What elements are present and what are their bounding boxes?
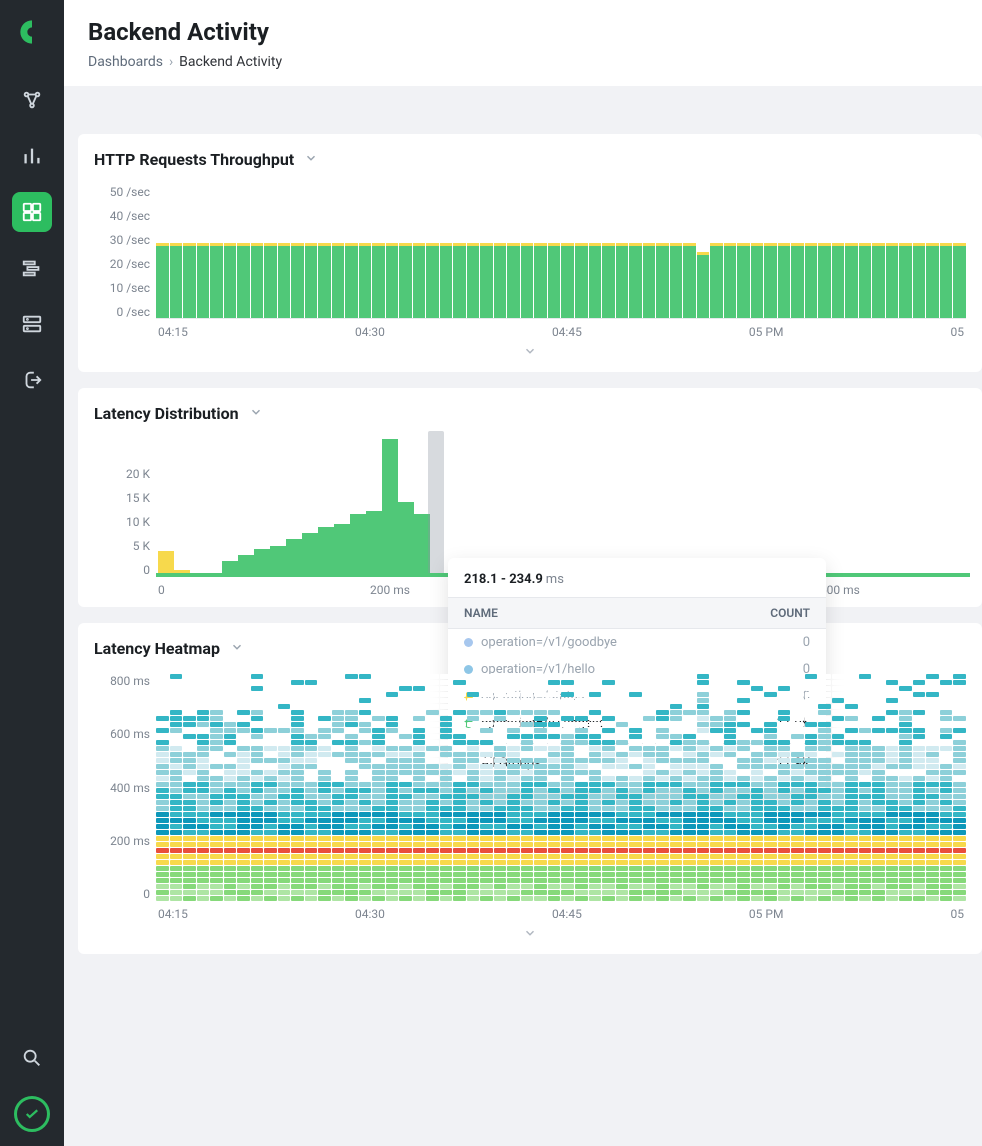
panel-collapse-chevron[interactable]: [94, 925, 966, 944]
main-region: Backend Activity Dashboards › Backend Ac…: [64, 0, 982, 1146]
y-axis: 20 K 15 K 10 K 5 K 0: [94, 439, 156, 577]
heatmap-plot-area[interactable]: [156, 674, 966, 901]
series-color-dot: [464, 665, 473, 674]
breadcrumb: Dashboards › Backend Activity: [88, 54, 958, 70]
chevron-down-icon[interactable]: [230, 639, 244, 658]
nav-item-topology[interactable]: [12, 80, 52, 120]
tooltip-unit: ms: [546, 572, 564, 587]
content-scroll[interactable]: HTTP Requests Throughput 50 /sec 40 /sec…: [64, 86, 982, 1146]
tooltip-range: 218.1 - 234.9: [464, 572, 543, 587]
page-header: Backend Activity Dashboards › Backend Ac…: [64, 0, 982, 86]
x-axis: 04:15 04:30 04:45 05 PM 05: [156, 325, 966, 339]
breadcrumb-root[interactable]: Dashboards: [88, 54, 163, 70]
nav-item-traces[interactable]: [12, 248, 52, 288]
latdist-plot-area[interactable]: [156, 439, 966, 577]
chevron-down-icon[interactable]: [304, 150, 318, 169]
sidebar-nav: [0, 0, 64, 1146]
tooltip-col-count: COUNT: [770, 606, 810, 620]
heatmap-chart[interactable]: 800 ms 600 ms 400 ms 200 ms 0 04:15 04:3…: [94, 674, 966, 921]
hover-highlight: [428, 431, 444, 577]
tooltip-series-count: 0: [803, 635, 810, 650]
panel-title-heatmap: Latency Heatmap: [94, 639, 220, 658]
panel-latency-distribution: Latency Distribution 20 K 15 K 10 K 5 K …: [78, 388, 982, 607]
page-title: Backend Activity: [88, 18, 958, 46]
x-axis: 04:15 04:30 04:45 05 PM 05: [156, 907, 966, 921]
y-axis: 800 ms 600 ms 400 ms 200 ms 0: [94, 674, 156, 901]
nav-item-dashboards[interactable]: [12, 192, 52, 232]
tooltip-col-name: NAME: [464, 606, 498, 620]
series-color-dot: [464, 638, 473, 647]
chevron-down-icon[interactable]: [249, 404, 263, 423]
tooltip-series-label: operation=/v1/goodbye: [481, 635, 617, 650]
tooltip-row: operation=/v1/goodbye 0: [448, 629, 826, 656]
app-logo: [18, 18, 46, 46]
status-ok-icon[interactable]: [14, 1096, 50, 1132]
panel-title-throughput: HTTP Requests Throughput: [94, 150, 294, 169]
panel-title-latdist: Latency Distribution: [94, 404, 239, 423]
sidebar-bottom: [12, 1038, 52, 1146]
nav-item-logout[interactable]: [12, 360, 52, 400]
chevron-right-icon: ›: [169, 54, 173, 70]
search-button[interactable]: [12, 1038, 52, 1078]
panel-collapse-chevron[interactable]: [94, 343, 966, 362]
throughput-plot-area[interactable]: [156, 185, 966, 319]
y-axis: 50 /sec 40 /sec 30 /sec 20 /sec 10 /sec …: [94, 185, 156, 319]
breadcrumb-current: Backend Activity: [179, 54, 282, 70]
nav-item-servers[interactable]: [12, 304, 52, 344]
throughput-chart[interactable]: 50 /sec 40 /sec 30 /sec 20 /sec 10 /sec …: [94, 185, 966, 339]
panel-throughput: HTTP Requests Throughput 50 /sec 40 /sec…: [78, 134, 982, 372]
nav-item-metrics[interactable]: [12, 136, 52, 176]
